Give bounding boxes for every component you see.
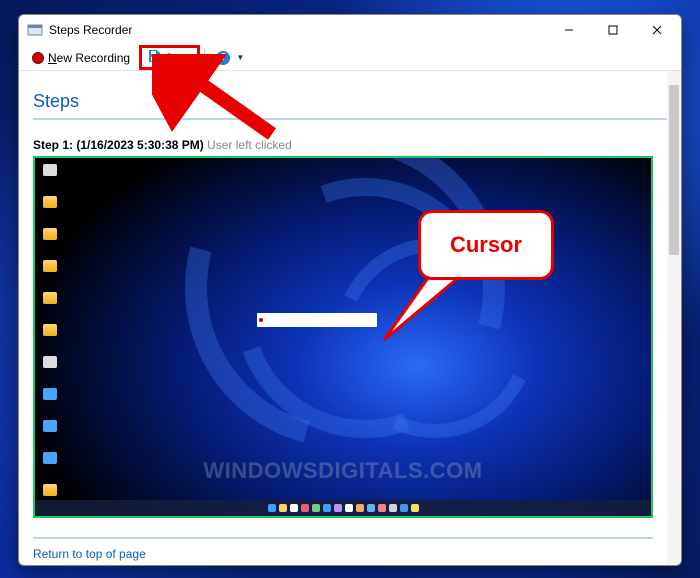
app-icon xyxy=(27,22,43,38)
close-button[interactable] xyxy=(635,16,679,44)
scrollbar-thumb[interactable] xyxy=(669,85,679,255)
toolbar: New Recording Save ? ▼ xyxy=(19,45,681,71)
step-description: Step 1: (1/16/2023 5:30:38 PM) User left… xyxy=(33,138,667,152)
new-recording-label: New Recording xyxy=(48,51,130,65)
titlebar: Steps Recorder xyxy=(19,15,681,45)
chevron-down-icon: ▼ xyxy=(236,53,244,62)
save-icon xyxy=(147,49,161,66)
taskbar xyxy=(35,500,651,516)
callout-text: Cursor xyxy=(450,232,522,258)
watermark: WINDOWSDIGITALS.COM xyxy=(35,458,651,484)
step-timestamp: (1/16/2023 5:30:38 PM) xyxy=(76,138,203,152)
steps-recorder-window: Steps Recorder New Recording Save ? xyxy=(18,14,682,566)
step-prefix: Step 1: xyxy=(33,138,76,152)
steps-heading: Steps xyxy=(33,81,667,120)
minimize-button[interactable] xyxy=(547,16,591,44)
bloom-swirl xyxy=(126,156,563,507)
maximize-button[interactable] xyxy=(591,16,635,44)
vertical-scrollbar[interactable] xyxy=(667,71,681,565)
cursor-callout: Cursor xyxy=(418,210,554,280)
window-controls xyxy=(547,16,679,44)
save-button[interactable]: Save xyxy=(139,45,200,70)
new-recording-button[interactable]: New Recording xyxy=(25,48,137,68)
content-area: Steps Step 1: (1/16/2023 5:30:38 PM) Use… xyxy=(19,71,681,565)
record-icon xyxy=(32,52,44,64)
help-button[interactable]: ? ▼ xyxy=(209,48,251,68)
recorded-steps-recorder-window xyxy=(257,313,377,327)
return-to-top-link[interactable]: Return to top of page xyxy=(33,537,653,561)
window-title: Steps Recorder xyxy=(49,23,547,37)
step-screenshot[interactable]: WINDOWSDIGITALS.COM xyxy=(33,156,653,518)
help-icon: ? xyxy=(216,51,230,65)
toolbar-separator xyxy=(204,49,205,67)
step-action: User left clicked xyxy=(204,138,292,152)
desktop-icons-right xyxy=(39,164,647,186)
save-label: Save xyxy=(165,51,192,65)
